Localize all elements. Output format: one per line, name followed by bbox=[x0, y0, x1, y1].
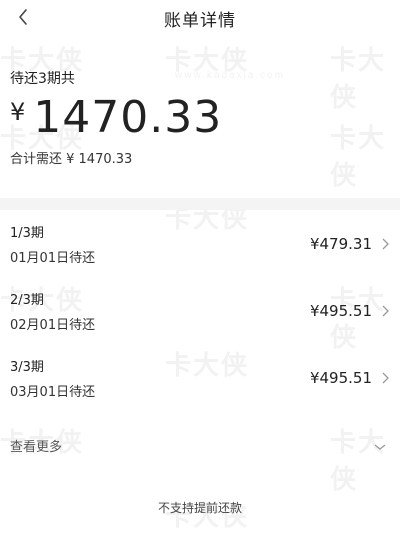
page-title: 账单详情 bbox=[164, 10, 236, 31]
installment-row[interactable]: 2/3期 02月01日待还 ¥495.51 bbox=[0, 277, 400, 344]
installment-amount: ¥479.31 bbox=[309, 234, 372, 253]
chevron-right-icon bbox=[380, 304, 390, 318]
total-due-line: 合计需还 ¥ 1470.33 bbox=[10, 152, 133, 168]
footer-note: 不支持提前还款 bbox=[0, 497, 400, 516]
total-amount: 1470.33 bbox=[33, 92, 223, 143]
section-divider bbox=[0, 198, 400, 210]
total-amount-row: ¥ 1470.33 bbox=[10, 92, 390, 143]
installment-row[interactable]: 3/3期 03月01日待还 ¥495.51 bbox=[0, 344, 400, 411]
installment-list: 1/3期 01月01日待还 ¥479.31 2/3期 02月01日待还 ¥495… bbox=[0, 210, 400, 411]
no-early-repayment-text: 不支持提前还款 bbox=[157, 501, 242, 515]
chevron-down-icon bbox=[374, 436, 386, 455]
installment-due-date: 01月01日待还 bbox=[10, 250, 96, 266]
view-more-button[interactable]: 查看更多 bbox=[0, 425, 400, 465]
installment-due-date: 02月01日待还 bbox=[10, 317, 96, 333]
currency-symbol: ¥ bbox=[10, 98, 26, 127]
chevron-right-icon bbox=[380, 237, 390, 251]
chevron-left-icon bbox=[19, 9, 27, 25]
top-navigation-bar: 账单详情 bbox=[0, 0, 400, 36]
installment-period: 3/3期 bbox=[10, 359, 44, 375]
installment-due-date: 03月01日待还 bbox=[10, 384, 96, 400]
chevron-right-icon bbox=[380, 371, 390, 385]
installment-amount: ¥495.51 bbox=[309, 301, 372, 320]
pending-periods-label: 待还3期共 bbox=[10, 71, 75, 87]
repayment-summary: 待还3期共 ¥ 1470.33 合计需还 ¥ 1470.33 bbox=[10, 68, 390, 167]
installment-period: 1/3期 bbox=[10, 225, 44, 241]
installment-amount: ¥495.51 bbox=[309, 368, 372, 387]
installment-row[interactable]: 1/3期 01月01日待还 ¥479.31 bbox=[0, 210, 400, 277]
back-button[interactable] bbox=[10, 4, 36, 30]
view-more-label: 查看更多 bbox=[10, 439, 63, 455]
installment-period: 2/3期 bbox=[10, 292, 44, 308]
